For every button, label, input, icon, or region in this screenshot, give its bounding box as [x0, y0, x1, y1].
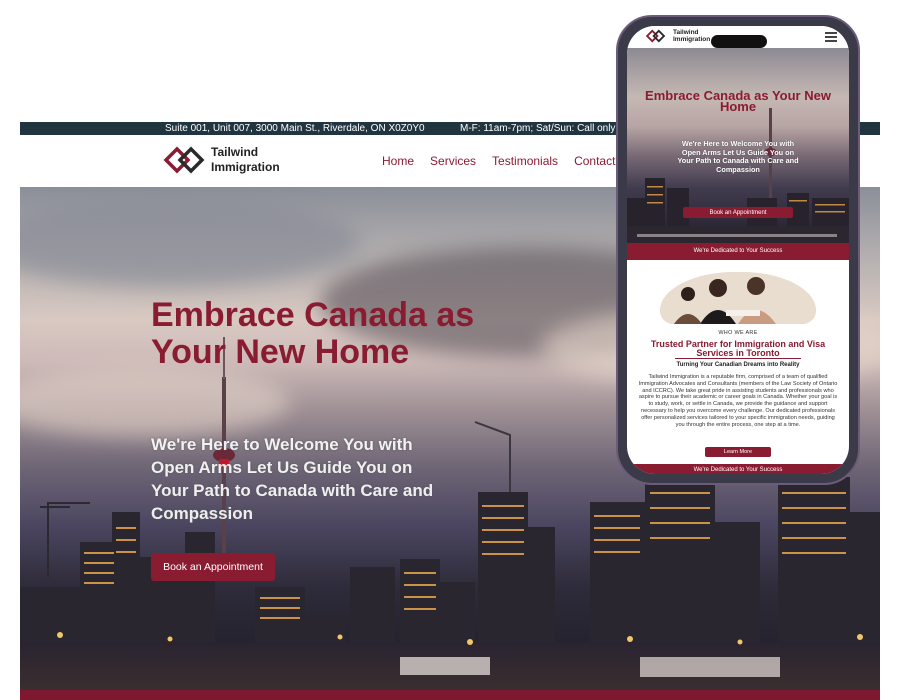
nav-menu: Home Services Testimonials Contact — [382, 154, 631, 168]
nav-contact[interactable]: Contact — [574, 154, 615, 168]
mobile-logo-line-1: Tailwind — [673, 29, 699, 36]
heading-divider — [675, 358, 801, 359]
hero-subtitle: We're Here to Welcome You with Open Arms… — [151, 435, 434, 523]
logo-line-1: Tailwind — [211, 145, 259, 159]
about-body-text: Tailwind Immigration is a reputable firm… — [638, 374, 838, 428]
mobile-logo-line-2: Immigration — [673, 36, 711, 43]
nav-services[interactable]: Services — [430, 154, 476, 168]
nav-home[interactable]: Home — [382, 154, 414, 168]
about-heading: Trusted Partner for Immigration and Visa… — [650, 339, 826, 358]
logo-line-2: Immigration — [211, 160, 280, 174]
mobile-logo[interactable]: Tailwind Immigration — [641, 29, 710, 43]
mobile-website: Tailwind Immigration Embrace Canada as Y… — [627, 26, 849, 474]
diamond-chain-logo-icon — [645, 29, 666, 43]
team-photo-image — [660, 272, 816, 324]
hero-bottom-strip — [20, 690, 880, 700]
site-logo[interactable]: Tailwind Immigration — [163, 145, 280, 175]
mobile-hero-title: Embrace Canada as Your New Home — [645, 88, 831, 114]
diamond-chain-logo-icon — [163, 146, 205, 174]
mockup-stage: Suite 001, Unit 007, 3000 Main St., Rive… — [0, 0, 900, 700]
learn-more-button[interactable]: Learn More — [705, 447, 771, 457]
mobile-hero-subtitle: We're Here to Welcome You with Open Arms… — [677, 139, 799, 174]
address-text: Suite 001, Unit 007, 3000 Main St., Rive… — [165, 123, 425, 134]
phone-mockup: Tailwind Immigration Embrace Canada as Y… — [616, 15, 860, 485]
nav-testimonials[interactable]: Testimonials — [492, 154, 558, 168]
hero-title: Embrace Canada as Your New Home — [151, 296, 475, 371]
hamburger-menu-icon[interactable] — [825, 32, 837, 42]
book-appointment-button[interactable]: Book an Appointment — [151, 553, 275, 581]
who-we-are-kicker: WHO WE ARE — [718, 330, 758, 336]
success-banner-bottom: We're Dedicated to Your Success — [627, 464, 849, 474]
hours-text: M-F: 11am-7pm; Sat/Sun: Call only — [460, 123, 616, 134]
mobile-book-appointment-button[interactable]: Book an Appointment — [683, 207, 793, 218]
success-banner: We're Dedicated to Your Success — [627, 243, 849, 260]
mobile-hero-section: Embrace Canada as Your New Home We're He… — [627, 48, 849, 243]
about-subheading: Turning Your Canadian Dreams into Realit… — [676, 362, 800, 368]
phone-notch — [711, 35, 767, 48]
